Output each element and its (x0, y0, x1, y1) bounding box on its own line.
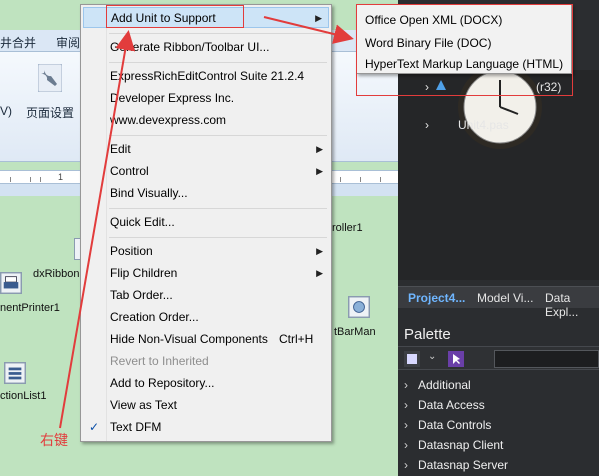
printer-icon[interactable] (0, 272, 22, 294)
action-list-icon[interactable] (4, 362, 26, 384)
ruler-tick (380, 177, 381, 182)
menu-item-text-dfm[interactable]: ✓ Text DFM (83, 417, 329, 438)
chevron-right-icon: › (404, 378, 408, 392)
tab-project[interactable]: Project4... (408, 291, 465, 305)
palette-item-datasnap-client[interactable]: › Datasnap Client (404, 438, 503, 452)
palette-item-datasnap-server[interactable]: › Datasnap Server (404, 458, 508, 472)
menu-item-tab-order[interactable]: Tab Order... (83, 285, 329, 306)
action-list-label[interactable]: ctionList1 (0, 390, 46, 402)
submenu-arrow-icon: ▶ (316, 246, 323, 256)
page-setup-label[interactable]: 页面设置 (26, 104, 74, 121)
ide-tab-strip: Project4... Model Vi... Data Expl... (398, 286, 599, 319)
shortcut-label: Ctrl+H (279, 332, 314, 346)
wrench-icon[interactable] (38, 64, 62, 92)
submenu-arrow-icon: ▶ (316, 144, 323, 154)
menu-item-suite-info[interactable]: ExpressRichEditControl Suite 21.2.4 (83, 66, 329, 87)
palette-item-data-access[interactable]: › Data Access (404, 398, 485, 412)
ribbon-v-label: V) (0, 104, 12, 118)
menu-separator (109, 237, 327, 238)
component-printer-label[interactable]: nentPrinter1 (0, 302, 60, 314)
menu-item-creation-order[interactable]: Creation Order... (83, 307, 329, 328)
chevron-down-icon[interactable]: ⌄ (428, 351, 436, 362)
menu-item-add-repository[interactable]: Add to Repository... (83, 373, 329, 394)
palette-item-data-controls[interactable]: › Data Controls (404, 418, 491, 432)
submenu-arrow-icon: ▶ (316, 166, 323, 176)
chevron-right-icon: › (404, 398, 408, 412)
tab-data-explorer[interactable]: Data Expl... (545, 291, 599, 319)
submenu-arrow-icon: ▶ (315, 13, 322, 23)
context-menu: Add Unit to Support ▶ Generate Ribbon/To… (80, 4, 332, 442)
bar-manager-label[interactable]: tBarMan (334, 326, 376, 338)
ruler-number: 1 (58, 172, 64, 182)
palette-component-icon[interactable] (404, 351, 420, 367)
ruler-tick (360, 177, 361, 182)
ruler-tick (40, 177, 41, 182)
annotation-highlight-box (356, 4, 573, 96)
chevron-right-icon: › (404, 418, 408, 432)
palette-item-additional[interactable]: › Additional (404, 378, 471, 392)
menu-item-quick-edit[interactable]: Quick Edit... (83, 212, 329, 233)
bar-manager-icon[interactable] (348, 296, 370, 318)
tree-expander[interactable]: › (425, 118, 429, 132)
tree-item-unit4[interactable]: Unit4.pas (458, 118, 509, 132)
ruler-tick (30, 177, 31, 182)
dxribbon-label[interactable]: dxRibbon (33, 268, 79, 280)
ribbon-tab-review[interactable]: 审阅 (56, 34, 80, 51)
chevron-right-icon: › (404, 438, 408, 452)
palette-title: Palette (404, 326, 451, 343)
ribbon-tab-merge[interactable]: 井合并 (0, 34, 36, 51)
menu-item-control[interactable]: Control ▶ (83, 161, 329, 182)
controller-label[interactable]: roller1 (332, 222, 363, 234)
menu-item-edit[interactable]: Edit ▶ (83, 139, 329, 160)
menu-item-hide-nonvisual[interactable]: Hide Non-Visual Components Ctrl+H (83, 329, 329, 350)
annotation-highlight-box (106, 5, 244, 28)
ruler-tick (10, 177, 11, 182)
palette-search-input[interactable] (494, 350, 599, 368)
menu-item-company-info[interactable]: Developer Express Inc. (83, 88, 329, 109)
tab-model-view[interactable]: Model Vi... (477, 291, 533, 305)
menu-item-revert-inherited: Revert to Inherited (110, 354, 209, 368)
checkmark-icon: ✓ (89, 420, 100, 434)
menu-separator (109, 208, 327, 209)
menu-separator (109, 33, 327, 34)
ruler-tick (340, 177, 341, 182)
menu-item-website[interactable]: www.devexpress.com (83, 110, 329, 131)
chevron-right-icon: › (404, 458, 408, 472)
right-click-annotation: 右键 (40, 433, 68, 449)
menu-separator (109, 135, 327, 136)
menu-item-bind-visually[interactable]: Bind Visually... (83, 183, 329, 204)
menu-item-position[interactable]: Position ▶ (83, 241, 329, 262)
menu-item-flip-children[interactable]: Flip Children ▶ (83, 263, 329, 284)
menu-separator (109, 62, 327, 63)
submenu-arrow-icon: ▶ (316, 268, 323, 278)
menu-item-generate-ribbon[interactable]: Generate Ribbon/Toolbar UI... (83, 37, 329, 58)
cursor-select-icon[interactable] (448, 351, 464, 367)
menu-item-view-as-text[interactable]: View as Text (83, 395, 329, 416)
